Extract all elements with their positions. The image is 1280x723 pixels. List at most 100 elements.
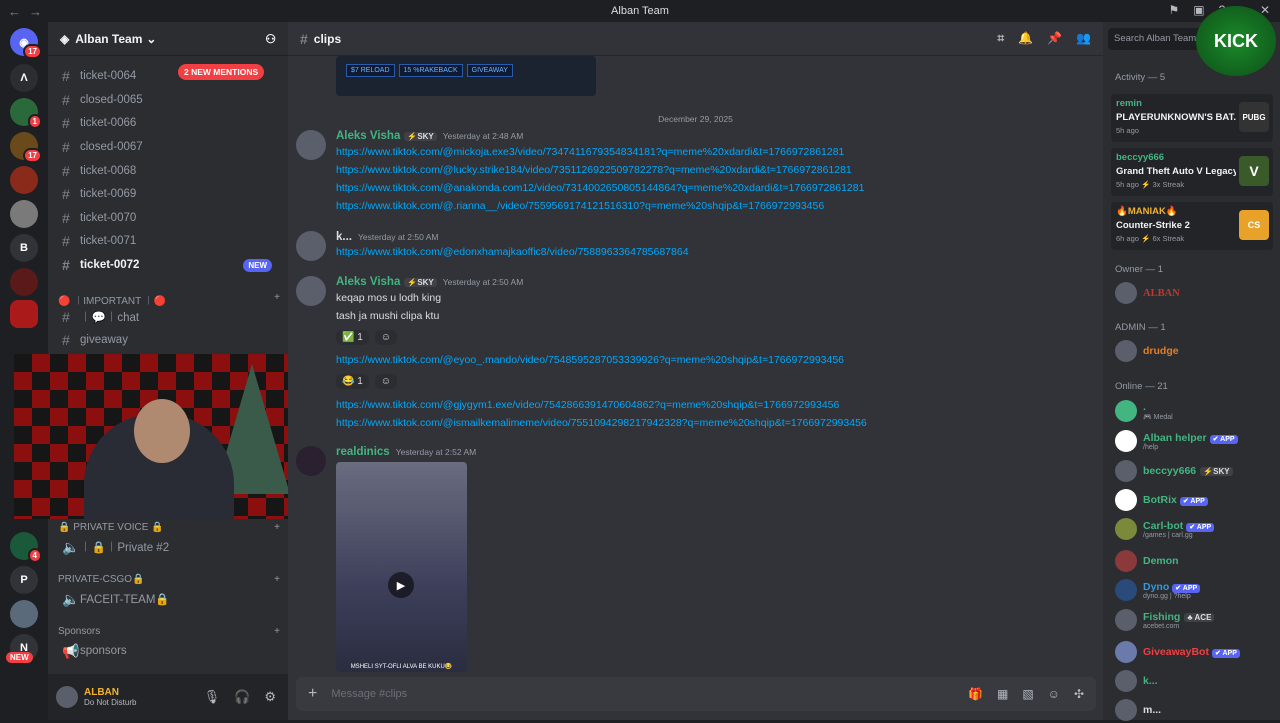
- activity-game: PLAYERUNKNOWN'S BAT...: [1116, 112, 1236, 123]
- add-member-icon[interactable]: ⚇: [265, 32, 276, 46]
- voice-faceit[interactable]: 🔈 FACEIT-TEAM🔒: [56, 588, 276, 610]
- plus-icon[interactable]: +: [274, 626, 280, 637]
- member[interactable]: GiveawayBot ✔ APP: [1115, 639, 1275, 665]
- server-header[interactable]: ◈ Alban Team ⌄ ⚇: [48, 22, 288, 56]
- message-link[interactable]: https://www.tiktok.com/@gjygym1.exe/vide…: [336, 399, 839, 411]
- channel-item[interactable]: # closed-0065: [56, 89, 276, 111]
- reaction[interactable]: ✅ 1: [336, 330, 369, 345]
- plus-icon[interactable]: +: [308, 685, 317, 703]
- microphone-icon[interactable]: 🎙: [204, 689, 221, 705]
- channel-item[interactable]: # ticket-0066: [56, 112, 276, 134]
- message-link[interactable]: https://www.tiktok.com/@edonxhamajkaoffi…: [336, 246, 689, 258]
- channel-item[interactable]: # ticket-0069: [56, 183, 276, 205]
- add-reaction-icon[interactable]: ☺: [374, 374, 398, 389]
- channel-sponsors[interactable]: 📢 sponsors: [56, 640, 276, 662]
- member[interactable]: Carl-bot ✔ APP/games | carl.gg: [1115, 516, 1275, 542]
- message-link[interactable]: https://www.tiktok.com/@lucky.strike184/…: [336, 164, 852, 176]
- reaction[interactable]: 😂 1: [336, 374, 369, 389]
- author-name[interactable]: realdinics: [336, 446, 390, 458]
- message-link[interactable]: https://www.tiktok.com/@anakonda.com12/v…: [336, 182, 864, 194]
- message-link[interactable]: https://www.tiktok.com/@ismailkemalimeme…: [336, 417, 867, 429]
- flag-icon[interactable]: ⚑: [1168, 3, 1179, 17]
- member[interactable]: m...: [1115, 697, 1275, 723]
- member[interactable]: BotRix ✔ APP: [1115, 487, 1275, 513]
- member[interactable]: Demon: [1115, 548, 1275, 574]
- server-letter-p[interactable]: P: [10, 566, 38, 594]
- video-attachment[interactable]: ▶ MSHELI SYT-OFLI ALVA BE KUKU😂: [336, 462, 467, 672]
- server-icon[interactable]: Λ: [10, 64, 38, 92]
- reactions: ✅ 1 ☺: [336, 330, 398, 345]
- channel-item[interactable]: # ticket-0068: [56, 160, 276, 182]
- activity-card[interactable]: 🔥MANIAK🔥 Counter-Strike 2 6h ago ⚡ 6x St…: [1111, 202, 1273, 250]
- message-link[interactable]: https://www.tiktok.com/@eyoo_.mando/vide…: [336, 354, 844, 366]
- server-letter-b[interactable]: B: [10, 234, 38, 262]
- search-input[interactable]: Search Alban Team: [1108, 28, 1208, 50]
- author-name[interactable]: k...: [336, 231, 352, 243]
- server-icon[interactable]: [10, 268, 38, 296]
- author-name[interactable]: Aleks Visha: [336, 276, 400, 288]
- message-link[interactable]: https://www.tiktok.com/@mickoja.exe3/vid…: [336, 146, 844, 158]
- plus-icon[interactable]: +: [274, 574, 280, 585]
- server-icon[interactable]: 4: [10, 532, 42, 563]
- category-important[interactable]: 🔴 ︱IMPORTANT ︱🔴 +: [58, 292, 280, 307]
- member[interactable]: k...: [1115, 668, 1275, 694]
- server-icon[interactable]: [10, 200, 38, 228]
- member[interactable]: Dyno ✔ APP dyno.gg | ?help: [1115, 577, 1275, 603]
- author-name[interactable]: Aleks Visha: [336, 130, 400, 142]
- gear-icon[interactable]: ⚙: [264, 689, 276, 705]
- threads-icon[interactable]: ⌗: [997, 31, 1004, 46]
- add-reaction-icon[interactable]: ☺: [374, 330, 398, 345]
- member[interactable]: . 🎮 Medal: [1115, 398, 1275, 424]
- gif-icon[interactable]: ▦: [997, 687, 1008, 701]
- user-status: Do Not Disturb: [84, 698, 137, 707]
- headphones-icon[interactable]: 🎧: [234, 689, 250, 705]
- avatar[interactable]: [296, 446, 326, 476]
- bell-icon[interactable]: 🔔: [1018, 31, 1033, 46]
- channel-item[interactable]: # ticket-0064: [56, 65, 276, 87]
- gift-icon[interactable]: 🎁: [968, 687, 983, 701]
- play-icon[interactable]: ▶: [388, 572, 414, 598]
- channel-chat[interactable]: # ︱💬︱chat: [56, 306, 276, 328]
- emoji-icon[interactable]: ☺: [1048, 687, 1060, 701]
- avatar[interactable]: [56, 686, 78, 708]
- server-icon[interactable]: [10, 166, 38, 194]
- member[interactable]: Alban helper ✔ APP/help: [1115, 428, 1275, 454]
- server-icon[interactable]: 1: [10, 98, 42, 129]
- apps-icon[interactable]: ✣: [1074, 687, 1084, 701]
- activity-card[interactable]: remin PLAYERUNKNOWN'S BAT... 5h ago PUBG: [1111, 94, 1273, 142]
- server-icon-active[interactable]: [10, 300, 38, 328]
- home-icon[interactable]: ◉ 17: [10, 28, 42, 59]
- plus-icon[interactable]: +: [274, 522, 280, 533]
- channel-item-active[interactable]: # ticket-0072 NEW: [56, 254, 276, 276]
- message-input[interactable]: + Message #clips 🎁 ▦ ▧ ☺ ✣: [296, 677, 1096, 711]
- avatar[interactable]: [296, 231, 326, 261]
- category-private-csgo[interactable]: PRIVATE-CSGO🔒 +: [58, 574, 280, 585]
- message-link[interactable]: https://www.tiktok.com/@.rianna__/video/…: [336, 200, 824, 212]
- category-sponsors[interactable]: Sponsors +: [58, 626, 280, 637]
- member-admin[interactable]: drudge: [1115, 338, 1275, 364]
- members-icon[interactable]: 👥: [1076, 31, 1091, 46]
- avatar[interactable]: [296, 130, 326, 160]
- pin-icon[interactable]: 📌: [1047, 31, 1062, 46]
- member-owner[interactable]: ALBAN: [1115, 280, 1275, 306]
- inbox-icon[interactable]: ▣: [1193, 3, 1204, 17]
- avatar: [1115, 609, 1137, 631]
- speaker-icon: 🔈: [62, 590, 80, 607]
- server-icon[interactable]: 17: [10, 132, 42, 163]
- server-icon[interactable]: [10, 600, 38, 628]
- channel-item[interactable]: # closed-0067: [56, 136, 276, 158]
- category-private-voice[interactable]: 🔒 PRIVATE VOICE 🔒 +: [58, 522, 280, 533]
- activity-game: Grand Theft Auto V Legacy: [1116, 166, 1236, 177]
- member[interactable]: beccyy666 ⚡SKY: [1115, 458, 1275, 484]
- server-icon: ◈: [60, 31, 70, 46]
- plus-icon[interactable]: +: [274, 292, 280, 307]
- channel-item[interactable]: # ticket-0071: [56, 230, 276, 252]
- sticker-icon[interactable]: ▧: [1022, 687, 1033, 701]
- timestamp: Yesterday at 2:48 AM: [442, 131, 524, 141]
- activity-card[interactable]: beccyy666 Grand Theft Auto V Legacy 5h a…: [1111, 148, 1273, 196]
- voice-private2[interactable]: 🔈 ︱🔒︱Private #2: [56, 536, 276, 558]
- channel-item[interactable]: # ticket-0070: [56, 207, 276, 229]
- member[interactable]: Fishing ♣ ACE acebet.com: [1115, 607, 1275, 633]
- channel-giveaway[interactable]: # giveaway: [56, 329, 276, 351]
- avatar[interactable]: [296, 276, 326, 306]
